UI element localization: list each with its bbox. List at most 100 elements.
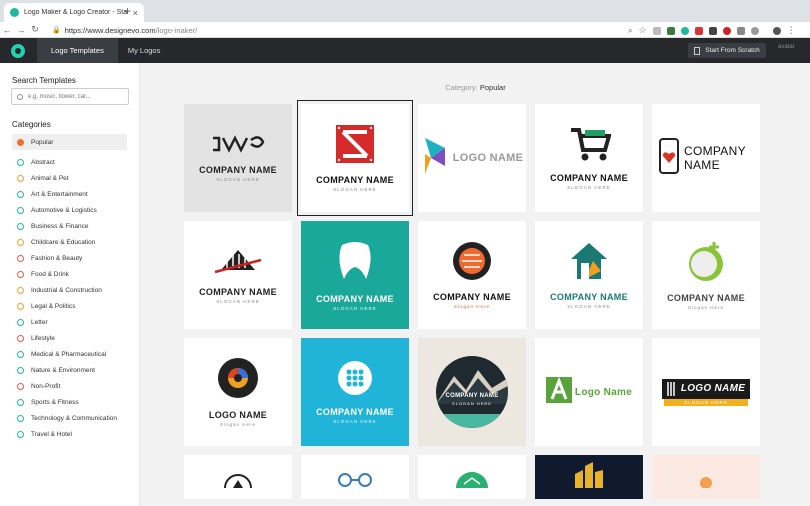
back-arrow-icon[interactable]: ← bbox=[0, 25, 14, 35]
template-mark bbox=[545, 376, 572, 408]
logo-template-card[interactable]: LOGO NAME Slogan Here bbox=[184, 338, 292, 446]
reload-icon[interactable]: ↻ bbox=[28, 24, 42, 35]
profile-avatar-icon[interactable] bbox=[772, 26, 781, 35]
url-host: https://www.designevo.com bbox=[64, 25, 156, 35]
logo-template-card[interactable]: COMPANY NAME SLOGAN HERE bbox=[184, 221, 292, 329]
category-childcare-education[interactable]: Childcare & Education bbox=[12, 234, 127, 250]
template-text: COMPANY NAME bbox=[445, 392, 499, 399]
letter-icon bbox=[17, 318, 24, 326]
logo-template-card[interactable]: LOGO NAME bbox=[418, 104, 526, 212]
template-mark bbox=[221, 468, 255, 493]
tab-my-logos[interactable]: My Logos bbox=[118, 38, 171, 63]
template-mark bbox=[213, 246, 263, 281]
category-legal-politics[interactable]: Legal & Politics bbox=[12, 298, 127, 314]
popular-icon bbox=[17, 138, 24, 146]
template-mark bbox=[211, 134, 265, 159]
extension-icon[interactable] bbox=[652, 26, 661, 35]
logo-template-card[interactable]: COMPANY NAME SLOGAN HERE bbox=[297, 100, 413, 216]
bookmark-star-icon[interactable]: ☆ bbox=[638, 25, 646, 36]
logo-template-card[interactable]: COMPANY NAME SLOGAN HERE bbox=[535, 221, 643, 329]
url-path: /logo-maker/ bbox=[155, 25, 198, 35]
logo-template-card[interactable]: COMPANY NAME Slogan Here bbox=[418, 221, 526, 329]
extension-icon[interactable] bbox=[736, 26, 745, 35]
logo-template-card[interactable] bbox=[535, 455, 643, 499]
category-abstract[interactable]: Abstract bbox=[12, 154, 127, 170]
designevo-logo-icon[interactable] bbox=[11, 43, 25, 58]
template-mark bbox=[658, 137, 680, 180]
category-technology-communication[interactable]: Technology & Communication bbox=[12, 410, 127, 426]
logo-template-card[interactable]: COMPANY NAME SLOGAN HERE bbox=[184, 104, 292, 212]
category-food-drink[interactable]: Food & Drink bbox=[12, 266, 127, 282]
avatar[interactable]: avatar bbox=[778, 44, 795, 50]
menu-kebab-icon[interactable]: ⋮ bbox=[787, 25, 796, 36]
soccer-ball-icon bbox=[17, 398, 24, 406]
template-text: COMPANY NAME bbox=[550, 292, 628, 302]
category-non-profit[interactable]: Non-Profit bbox=[12, 378, 127, 394]
category-fashion-beauty[interactable]: Fashion & Beauty bbox=[12, 250, 127, 266]
category-industrial-construction[interactable]: Industrial & Construction bbox=[12, 282, 127, 298]
category-art-entertainment[interactable]: Art & Entertainment bbox=[12, 186, 127, 202]
categories-heading: Categories bbox=[12, 120, 51, 129]
logo-template-card[interactable] bbox=[184, 455, 292, 499]
category-popular[interactable]: Popular bbox=[12, 134, 127, 150]
extension-icon[interactable] bbox=[680, 26, 689, 35]
logo-template-card[interactable] bbox=[652, 455, 760, 499]
new-tab-icon[interactable]: + bbox=[124, 4, 131, 18]
template-text: Slogan Here bbox=[219, 422, 257, 427]
briefcase-icon bbox=[17, 222, 24, 230]
template-mark bbox=[569, 462, 609, 493]
extension-icon[interactable] bbox=[708, 26, 717, 35]
extension-icon[interactable] bbox=[666, 26, 675, 35]
logo-template-card[interactable]: COMPANY NAME SLOGAN HERE bbox=[301, 338, 409, 446]
category-lifestyle[interactable]: Lifestyle bbox=[12, 330, 127, 346]
logo-template-card[interactable] bbox=[418, 455, 526, 499]
logo-template-card[interactable]: LOGO NAME SLOGAN HERE bbox=[652, 338, 760, 446]
category-indicator: Category: Popular bbox=[445, 83, 506, 92]
category-business-finance[interactable]: Business & Finance bbox=[12, 218, 127, 234]
template-mark bbox=[421, 136, 449, 181]
abstract-icon bbox=[17, 158, 24, 166]
category-nature-environment[interactable]: Nature & Environment bbox=[12, 362, 127, 378]
start-from-scratch-button[interactable]: Start From Scratch bbox=[688, 43, 766, 58]
browser-tab[interactable]: Logo Maker & Logo Creator - Sta × bbox=[4, 3, 144, 22]
close-tab-icon[interactable]: × bbox=[133, 8, 138, 18]
search-input[interactable] bbox=[28, 93, 123, 100]
logo-template-card[interactable]: COMPANY NAME SLOGAN HERE bbox=[418, 338, 526, 446]
logo-template-card[interactable] bbox=[301, 455, 409, 499]
search-box[interactable] bbox=[11, 88, 129, 105]
logo-template-card[interactable]: COMPANY NAME bbox=[652, 104, 760, 212]
extension-icon[interactable] bbox=[722, 26, 731, 35]
search-templates-heading: Search Templates bbox=[12, 76, 76, 85]
template-mark bbox=[337, 360, 373, 401]
template-mark bbox=[452, 466, 492, 493]
lifestyle-icon bbox=[17, 334, 24, 342]
diamond-icon bbox=[17, 254, 24, 262]
logo-template-card[interactable]: COMPANY NAME SLOGAN HERE bbox=[301, 221, 409, 329]
address-bar[interactable]: 🔒 https://www.designevo.com /logo-maker/ bbox=[52, 24, 662, 36]
logo-template-card[interactable]: Logo Name bbox=[535, 338, 643, 446]
food-icon bbox=[17, 270, 24, 278]
category-automotive-logistics[interactable]: Automotive & Logistics bbox=[12, 202, 127, 218]
category-travel-hotel[interactable]: Travel & Hotel bbox=[12, 426, 127, 442]
logo-template-card[interactable]: COMPANY NAME Slogan Here bbox=[652, 221, 760, 329]
search-icon bbox=[17, 93, 23, 100]
extension-icon[interactable] bbox=[694, 26, 703, 35]
start-from-scratch-label: Start From Scratch bbox=[705, 47, 760, 54]
category-animal-pet[interactable]: Animal & Pet bbox=[12, 170, 127, 186]
extension-icon[interactable] bbox=[750, 26, 759, 35]
designevo-favicon-icon bbox=[10, 8, 19, 17]
template-text: COMPANY NAME bbox=[316, 407, 394, 417]
template-text: LOGO NAME bbox=[680, 383, 746, 394]
scales-icon bbox=[17, 302, 24, 310]
template-mark bbox=[667, 381, 675, 396]
logo-template-card[interactable]: COMPANY NAME SLOGAN HERE bbox=[535, 104, 643, 212]
category-sports-fitness[interactable]: Sports & Fitness bbox=[12, 394, 127, 410]
zoom-icon[interactable]: ⌕ bbox=[628, 26, 632, 36]
tab-logo-templates[interactable]: Logo Templates bbox=[37, 38, 118, 63]
template-mark bbox=[696, 474, 716, 493]
music-note-icon bbox=[17, 190, 24, 198]
lock-icon: 🔒 bbox=[52, 27, 61, 34]
category-letter[interactable]: Letter bbox=[12, 314, 127, 330]
forward-arrow-icon[interactable]: → bbox=[14, 25, 28, 35]
category-medical-pharmaceutical[interactable]: Medical & Pharmaceutical bbox=[12, 346, 127, 362]
